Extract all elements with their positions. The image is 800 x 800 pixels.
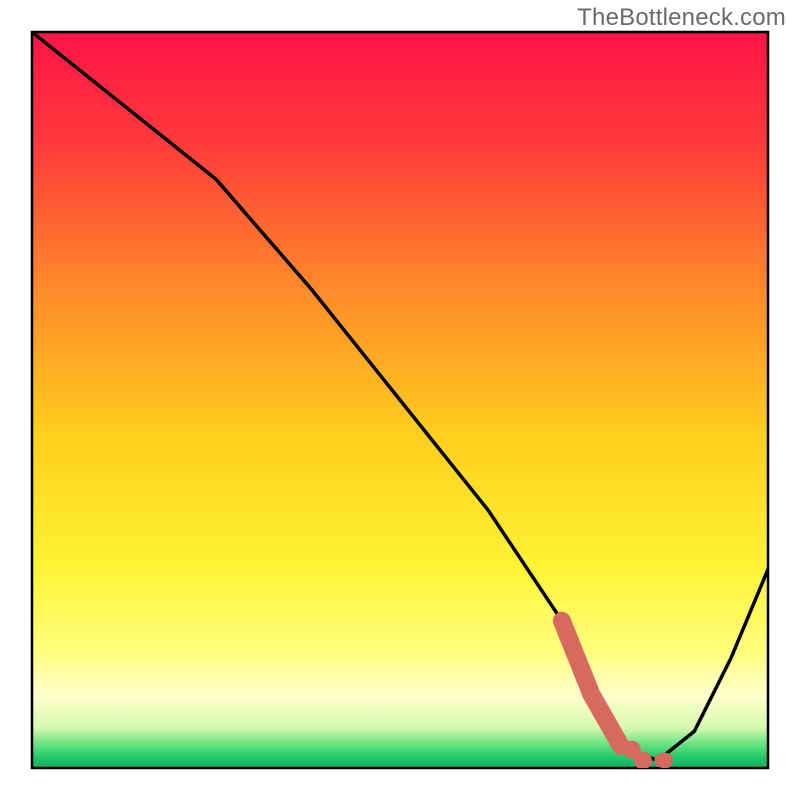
chart-svg: [0, 0, 800, 800]
highlight-dot: [657, 753, 673, 769]
highlight-dot: [634, 752, 652, 770]
chart-frame: TheBottleneck.com: [0, 0, 800, 800]
watermark-text: TheBottleneck.com: [577, 4, 786, 32]
